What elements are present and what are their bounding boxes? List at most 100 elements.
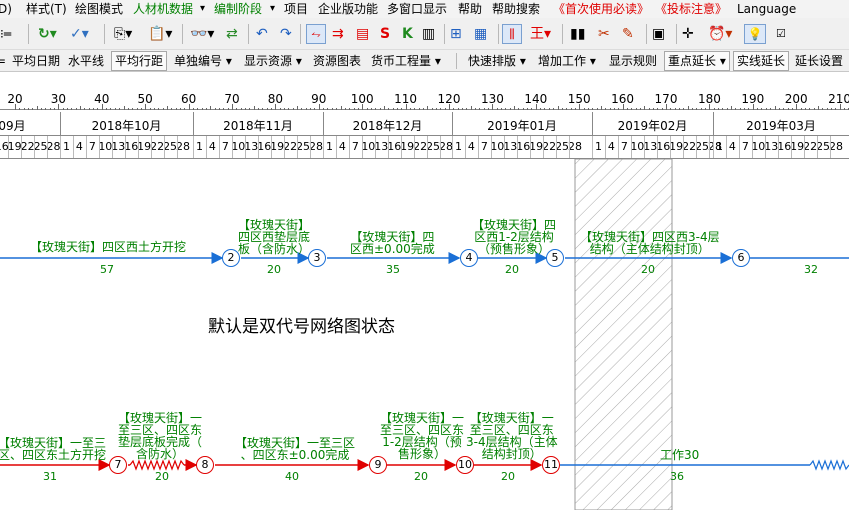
menu-item-bid-notice[interactable]: 《投标注意》: [655, 1, 727, 17]
ruler-tick: [305, 108, 307, 110]
s-curve-icon[interactable]: S: [380, 26, 390, 42]
menu-item-help-search[interactable]: 帮助搜索: [492, 1, 540, 17]
task-label[interactable]: 【玫瑰天街】四 区西±0.00完成: [350, 231, 435, 255]
show-resources-button[interactable]: 显示资源 ▾: [244, 53, 302, 69]
task-label[interactable]: 【玫瑰天街】一 至三区、四区东 3-4层结构（主体 结构封顶）: [466, 412, 558, 460]
task-label[interactable]: 【玫瑰天街】一 至三区、四区东 1-2层结构（预 售形象）: [380, 412, 464, 460]
timeline-icon[interactable]: ⇉: [332, 26, 344, 42]
crosshair-icon[interactable]: ✛: [682, 26, 694, 42]
align-icon[interactable]: ⊞: [450, 26, 462, 42]
find-icon[interactable]: 👓▾: [190, 26, 214, 42]
edit-icon[interactable]: ✎: [622, 26, 634, 42]
add-work-button[interactable]: 增加工作 ▾: [538, 53, 596, 69]
redo-icon[interactable]: ↷: [280, 26, 292, 42]
menu-item-first-use[interactable]: 《首次使用必读》: [553, 1, 649, 17]
ruler-tick: [192, 108, 194, 110]
task-label[interactable]: 【玫瑰天街】四区西土方开挖: [30, 241, 186, 253]
ruler-tick: [179, 108, 181, 110]
gantt-icon[interactable]: ▤: [356, 26, 369, 42]
report-icon[interactable]: ▥: [422, 26, 435, 42]
avg-date-button[interactable]: 平均日期: [12, 53, 60, 69]
replace-icon[interactable]: ⇄: [226, 26, 238, 42]
day-divider: [490, 136, 492, 158]
ruler-tick: [475, 108, 477, 110]
avg-spacing-button[interactable]: 平均行距: [111, 51, 168, 71]
ruler-tick: [383, 106, 385, 110]
menu-item-project[interactable]: 项目: [284, 1, 308, 17]
menu-dropdown-arrow[interactable]: ▾: [200, 1, 205, 17]
day-divider: [72, 136, 74, 158]
day-label: 10: [490, 140, 505, 153]
ruler-tick: [23, 108, 25, 110]
alarm-icon[interactable]: ⏰▾: [708, 26, 732, 42]
ruler-tick: [800, 108, 802, 110]
checkbox-icon[interactable]: ☑: [776, 26, 786, 42]
format-icon[interactable]: ▦: [474, 26, 487, 42]
node-6[interactable]: 6: [732, 249, 750, 267]
paste-icon[interactable]: 📋▾: [148, 26, 172, 42]
tools-icon[interactable]: ✂: [598, 26, 610, 42]
ruler-tick: [262, 108, 264, 110]
books-icon[interactable]: ▮▮: [570, 26, 585, 42]
menu-item-enterprise[interactable]: 企业版功能: [318, 1, 378, 17]
day-label: 16: [777, 140, 792, 153]
undo-icon[interactable]: ↶: [256, 26, 268, 42]
ruler-tick: [791, 108, 793, 110]
show-rules-button[interactable]: 显示规则: [609, 53, 657, 69]
day-label: 28: [309, 140, 324, 153]
tree-icon[interactable]: ⁝═: [0, 26, 11, 42]
network-view-icon[interactable]: ⥊: [306, 24, 326, 44]
check-icon[interactable]: ✓▾: [70, 26, 89, 42]
task-label[interactable]: 【玫瑰天街】四区西3-4层 结构（主体结构封顶）: [580, 231, 720, 255]
menu-item-style[interactable]: 样式(T): [26, 1, 67, 17]
menu-item-help[interactable]: 帮助: [458, 1, 482, 17]
day-label: 13: [374, 140, 389, 153]
k-icon[interactable]: K: [402, 26, 413, 42]
chart-icon[interactable]: ⫼: [502, 24, 522, 44]
level-icon[interactable]: 王▾: [530, 26, 551, 42]
single-numbering-button[interactable]: 单独编号 ▾: [174, 53, 232, 69]
refresh-icon[interactable]: ↻▾: [38, 26, 57, 42]
currency-quantity-button[interactable]: 货币工程量 ▾: [371, 53, 441, 69]
ruler-tick: [28, 108, 30, 110]
menu-item-language[interactable]: Language: [737, 1, 796, 17]
menu-item-phase[interactable]: 编制阶段: [214, 1, 262, 17]
task-label[interactable]: 【玫瑰天街】一至三 区、四区东土方开挖: [0, 437, 106, 461]
film-icon[interactable]: ▣: [652, 26, 665, 42]
quick-layout-button[interactable]: 快速排版 ▾: [468, 53, 526, 69]
task-label[interactable]: 【玫瑰天街】 四区西垫层底 板（含防水）: [238, 219, 310, 255]
menu-item-cut[interactable]: D): [0, 1, 12, 17]
copy-icon[interactable]: ⎘▾: [114, 26, 132, 42]
menu-item-multiwindow[interactable]: 多窗口显示: [387, 1, 447, 17]
mode-note: 默认是双代号网络图状态: [208, 317, 395, 337]
task-label[interactable]: 工作30: [660, 449, 699, 461]
menu-item-resources[interactable]: 人材机数据: [133, 1, 193, 17]
solid-extend-button[interactable]: 实线延长: [733, 51, 790, 71]
extend-settings-button[interactable]: 延长设置: [795, 53, 843, 69]
menu-item-draw-mode[interactable]: 绘图模式: [75, 1, 123, 17]
ruler-tick: [422, 108, 424, 110]
day-divider: [296, 136, 298, 158]
key-extend-button[interactable]: 重点延长 ▾: [664, 51, 730, 71]
ruler-tick: [36, 106, 38, 110]
ruler-tick: [644, 106, 646, 110]
ruler-tick: [449, 104, 450, 110]
horizontal-line-button[interactable]: 水平线: [68, 53, 104, 69]
resource-chart-button[interactable]: 资源图表: [313, 53, 361, 69]
day-label: 7: [221, 140, 229, 153]
task-label[interactable]: 【玫瑰天街】一至三区 、四区东±0.00完成: [235, 437, 355, 461]
task-duration: 57: [100, 263, 114, 276]
month-divider: [592, 112, 593, 136]
task-label[interactable]: 【玫瑰天街】一 至三区、四区东 垫层底板完成（ 含防水）: [118, 412, 202, 460]
day-label: 4: [467, 140, 475, 153]
menu-dropdown-arrow[interactable]: ▾: [270, 1, 275, 17]
bulb-icon[interactable]: 💡: [744, 24, 766, 44]
task-duration: 20: [505, 263, 519, 276]
ruler-tick: [114, 108, 116, 110]
day-label: 1: [62, 140, 70, 153]
network-canvas[interactable]: 2 3 4 5 6 【玫瑰天街】四区西土方开挖 【玫瑰天街】 四区西垫层底 板（…: [0, 159, 849, 510]
task-label[interactable]: 【玫瑰天街】四 区西1-2层结构 （预售形象）: [472, 219, 556, 255]
ruler-tick: [557, 106, 559, 110]
node-3[interactable]: 3: [308, 249, 326, 267]
ruler-tick: [561, 108, 563, 110]
